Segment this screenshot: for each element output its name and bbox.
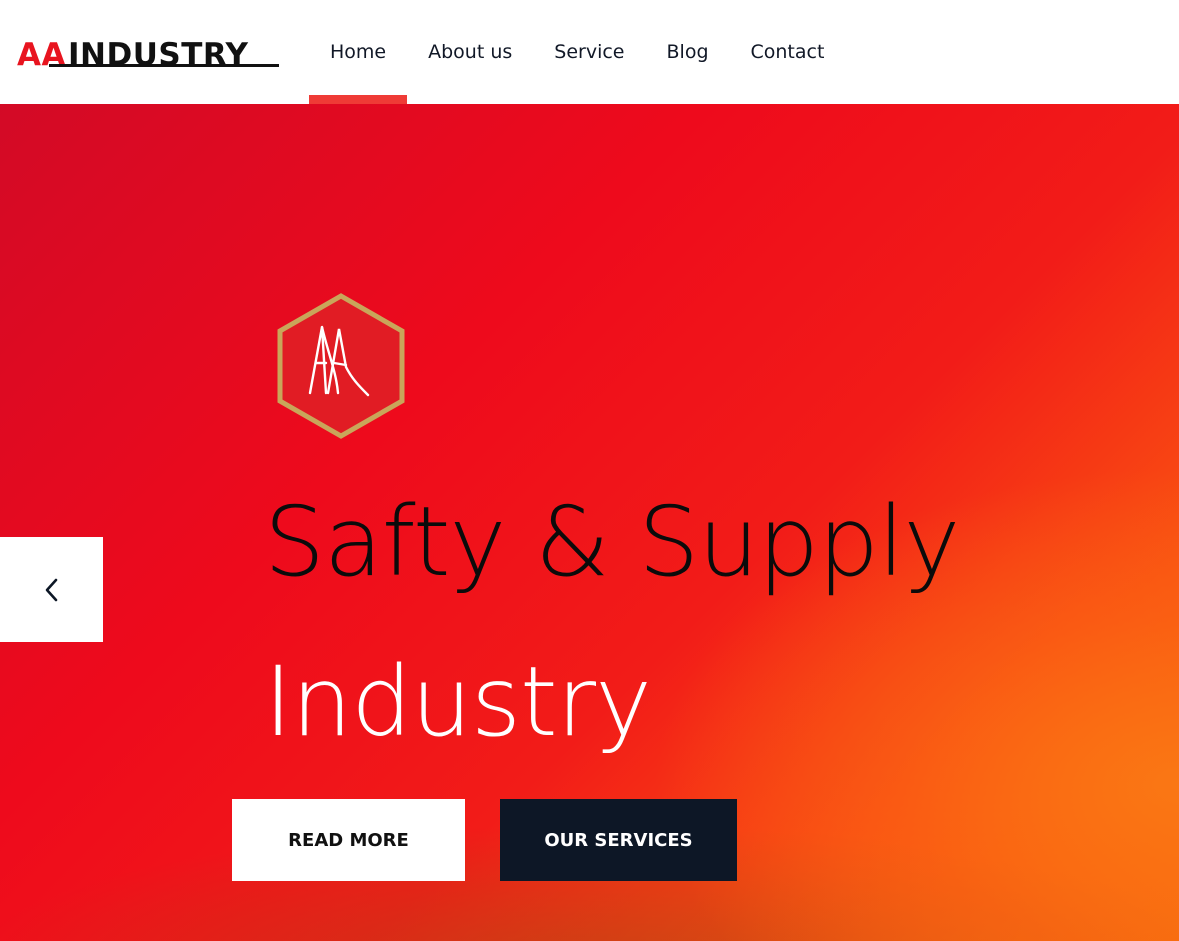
chevron-left-icon (45, 578, 57, 601)
site-header: AA INDUSTRY Home About us Service Blog C… (0, 0, 1179, 104)
nav-item-service[interactable]: Service (533, 0, 645, 104)
hero-title-line-2: Industry (264, 646, 652, 758)
nav-item-home[interactable]: Home (309, 0, 408, 104)
nav-item-label: Home (330, 41, 387, 63)
nav-item-about-us[interactable]: About us (407, 0, 533, 104)
nav-item-label: Blog (666, 41, 709, 63)
hexagon-aa-logo-icon (277, 293, 405, 439)
nav-active-indicator (309, 95, 408, 104)
read-more-button[interactable]: READ MORE (232, 799, 465, 881)
hero-title-line-1: Safty & Supply (264, 486, 960, 598)
slider-prev-button[interactable] (0, 537, 103, 642)
nav-item-label: Contact (750, 41, 825, 63)
hero-headline: Safty & Supply Industry (264, 462, 1164, 782)
nav-item-contact[interactable]: Contact (730, 0, 846, 104)
nav-item-label: Service (554, 41, 625, 63)
main-nav: Home About us Service Blog Contact (309, 0, 845, 104)
nav-item-blog[interactable]: Blog (646, 0, 730, 104)
brand-logo-underline (49, 64, 279, 67)
nav-item-label: About us (428, 41, 513, 63)
our-services-button[interactable]: OUR SERVICES (500, 799, 737, 881)
